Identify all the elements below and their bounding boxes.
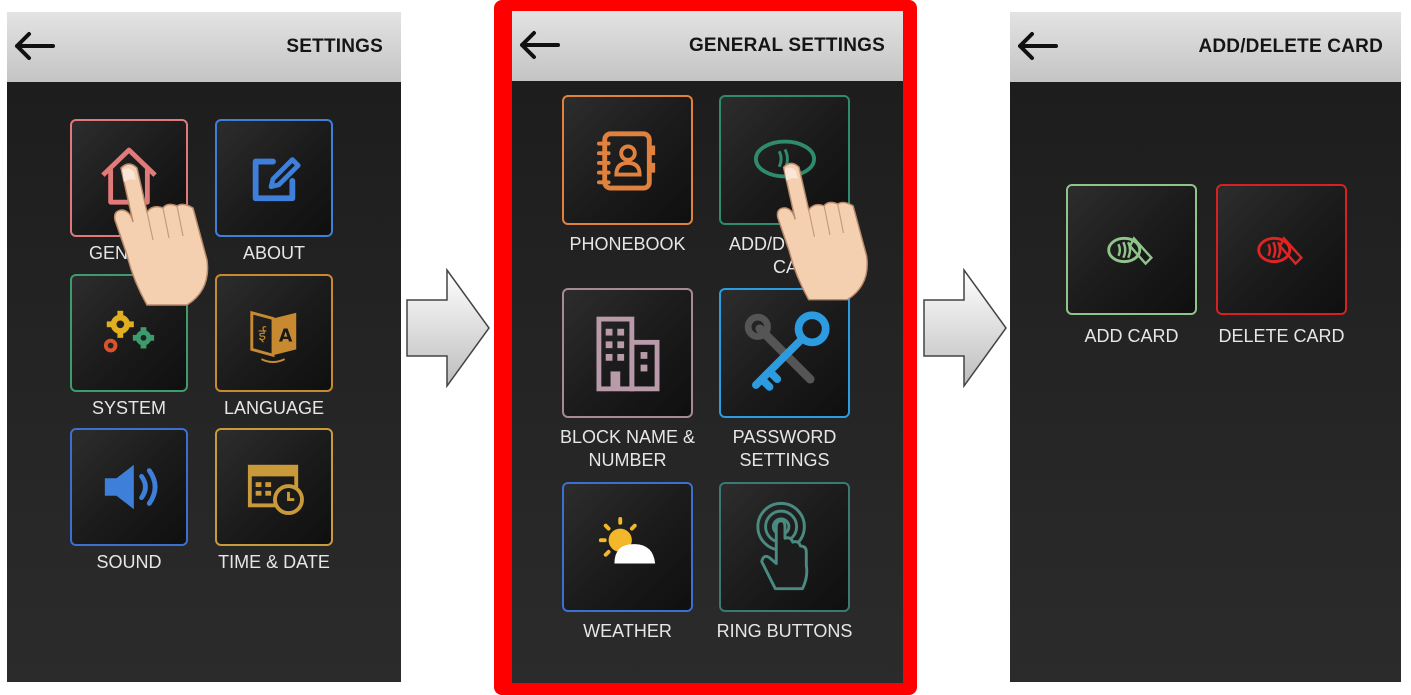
- back-arrow-icon[interactable]: [518, 25, 562, 65]
- phonebook-tile[interactable]: [562, 95, 693, 225]
- page-title: GENERAL SETTINGS: [688, 35, 885, 56]
- add-delete-line1: ADD/D: [729, 234, 786, 254]
- general-label: GEN: [89, 243, 129, 263]
- card-tap-icon: [753, 139, 816, 179]
- page-title: SETTINGS: [286, 36, 383, 57]
- weather-tile[interactable]: [562, 482, 693, 612]
- svg-text:ई: ई: [259, 326, 268, 344]
- ring-buttons-tile[interactable]: [719, 482, 850, 612]
- general-tile[interactable]: [70, 119, 188, 237]
- sound-tile[interactable]: [70, 428, 188, 546]
- home-icon: [101, 147, 157, 205]
- password-settings-label: PASSWORD SETTINGS: [709, 426, 860, 472]
- about-label: ABOUT: [242, 243, 305, 263]
- password-line2: SETTINGS: [739, 450, 830, 470]
- ring-buttons-label: RING BUTTONS: [716, 621, 853, 641]
- general-settings-screen: GENERAL SETTINGS PHONEBOOK ADD/D CARD BL…: [512, 11, 903, 683]
- building-icon: [596, 316, 660, 392]
- weather-label: WEATHER: [583, 621, 672, 641]
- add-delete-card-tile[interactable]: [719, 95, 850, 225]
- weather-icon: [598, 516, 656, 564]
- touch-icon: [756, 501, 809, 591]
- add-card-tile[interactable]: [1066, 184, 1197, 315]
- phonebook-icon: [596, 131, 656, 191]
- time-date-tile[interactable]: [215, 428, 333, 546]
- speaker-icon: [104, 464, 158, 510]
- password-settings-tile[interactable]: [719, 288, 850, 418]
- card-tap-icon: [1107, 236, 1154, 266]
- settings-screen: SETTINGS GEN ABOUT SYSTEM ई A LANGUAGE S…: [7, 12, 401, 682]
- phonebook-label: PHONEBOOK: [569, 234, 686, 254]
- add-card-label: ADD CARD: [1084, 326, 1179, 346]
- add-delete-card-screen: ADD/DELETE CARD ADD CARD DELETE CARD: [1010, 12, 1401, 682]
- header-bar: GENERAL SETTINGS: [512, 11, 903, 81]
- sound-label: SOUND: [96, 552, 162, 572]
- header-bar: SETTINGS: [7, 12, 401, 82]
- svg-text:A: A: [279, 327, 293, 347]
- add-delete-line2: CARD: [773, 257, 825, 277]
- page-title: ADD/DELETE CARD: [1198, 36, 1383, 57]
- block-name-number-tile[interactable]: [562, 288, 693, 418]
- gears-icon: [103, 310, 155, 353]
- password-line1: PASSWORD: [732, 427, 837, 447]
- language-label: LANGUAGE: [223, 398, 325, 418]
- system-tile[interactable]: [70, 274, 188, 392]
- translate-icon: ई A: [250, 310, 297, 363]
- card-tap-icon: [1257, 236, 1304, 266]
- block-line2: NUMBER: [588, 450, 667, 470]
- flow-arrow-icon: [923, 268, 1007, 388]
- calendar-clock-icon: [247, 464, 304, 516]
- edit-icon: [252, 157, 301, 202]
- back-arrow-icon[interactable]: [13, 26, 57, 66]
- header-bar: ADD/DELETE CARD: [1010, 12, 1401, 82]
- flow-arrow-icon: [406, 268, 490, 388]
- system-label: SYSTEM: [91, 398, 166, 418]
- add-delete-card-label: ADD/D CARD: [729, 233, 840, 279]
- delete-card-tile[interactable]: [1216, 184, 1347, 315]
- language-tile[interactable]: ई A: [215, 274, 333, 392]
- block-line1: BLOCK NAME &: [559, 427, 696, 447]
- delete-card-label: DELETE CARD: [1218, 326, 1345, 346]
- time-date-label: TIME & DATE: [218, 552, 330, 572]
- key-wrench-icon: [744, 311, 830, 391]
- about-tile[interactable]: [215, 119, 333, 237]
- block-name-number-label: BLOCK NAME & NUMBER: [552, 426, 703, 472]
- back-arrow-icon[interactable]: [1016, 26, 1060, 66]
